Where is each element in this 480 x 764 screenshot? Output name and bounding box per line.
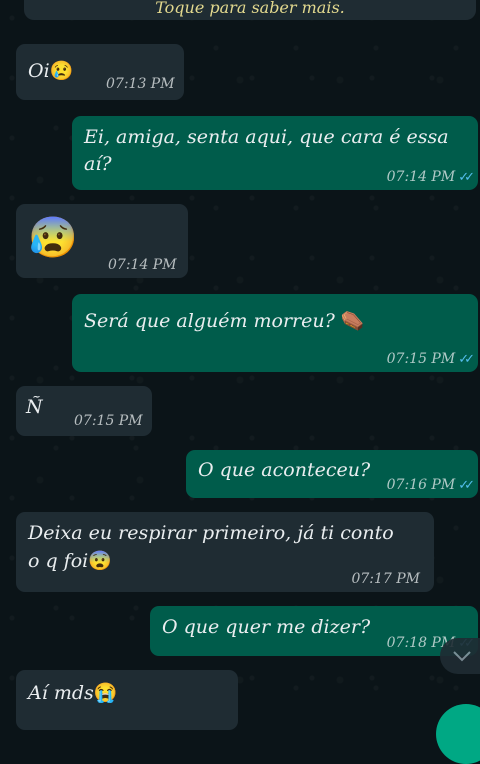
message-outgoing[interactable]: O que aconteceu? 07:16 PM ✓✓ — [186, 450, 478, 498]
anxious-face-emoji: 😰 — [28, 215, 78, 261]
message-incoming[interactable]: Deixa eu respirar primeiro, já ti conto … — [16, 512, 434, 592]
message-time: 07:13 PM — [106, 76, 175, 92]
message-time: 07:15 PM — [74, 413, 143, 429]
message-text: Oi — [28, 60, 50, 82]
message-time: 07:14 PM — [386, 169, 456, 185]
message-time: 07:15 PM — [386, 351, 456, 367]
message-text: Aí mds — [28, 682, 94, 704]
message-text-line1: Ei, amiga, senta aqui, que cara é essa — [84, 126, 449, 148]
message-time-wrap: 07:15 PM ✓✓ — [386, 346, 475, 373]
message-incoming[interactable]: Aí mds😭 — [16, 670, 238, 730]
message-text: O que aconteceu? — [198, 459, 371, 481]
message-text: Ñ — [26, 396, 43, 418]
read-ticks-icon: ✓✓ — [458, 478, 475, 493]
message-text: Será que alguém morreu? — [84, 310, 335, 332]
message-time: 07:16 PM — [386, 477, 456, 493]
message-outgoing[interactable]: Será que alguém morreu? ⚰️ 07:15 PM ✓✓ — [72, 294, 478, 372]
loudly-crying-face-emoji: 😭 — [93, 682, 118, 704]
message-time-wrap: 07:14 PM ✓✓ — [386, 164, 475, 191]
crying-face-emoji: 😢 — [49, 60, 74, 82]
message-incoming[interactable]: Oi😢 07:13 PM — [16, 44, 184, 100]
message-text-line2: aí? — [84, 153, 112, 175]
coffin-emoji: ⚰️ — [340, 310, 365, 332]
scroll-down-button[interactable] — [440, 638, 480, 674]
message-incoming[interactable]: Ñ 07:15 PM — [16, 386, 152, 436]
message-text: O que quer me dizer? — [162, 616, 371, 638]
message-outgoing[interactable]: O que quer me dizer? 07:18 PM✓✓ — [150, 606, 478, 656]
message-text-line2: o q foi — [28, 550, 89, 572]
message-time: 07:17 PM — [351, 571, 420, 587]
message-time: 07:14 PM — [108, 257, 177, 273]
info-banner[interactable]: Toque para saber mais. — [24, 0, 476, 20]
message-outgoing[interactable]: Ei, amiga, senta aqui, que cara é essa a… — [72, 116, 478, 190]
chevron-down-icon — [453, 651, 471, 662]
read-ticks-icon: ✓✓ — [458, 170, 475, 185]
message-text-line1: Deixa eu respirar primeiro, já ti conto — [28, 522, 394, 544]
message-incoming[interactable]: 😰 07:14 PM — [16, 204, 188, 278]
info-banner-text: Toque para saber mais. — [155, 0, 345, 17]
read-ticks-icon: ✓✓ — [458, 352, 475, 367]
message-time-wrap: 07:16 PM ✓✓ — [386, 472, 475, 499]
fearful-face-emoji: 😨 — [88, 550, 112, 572]
